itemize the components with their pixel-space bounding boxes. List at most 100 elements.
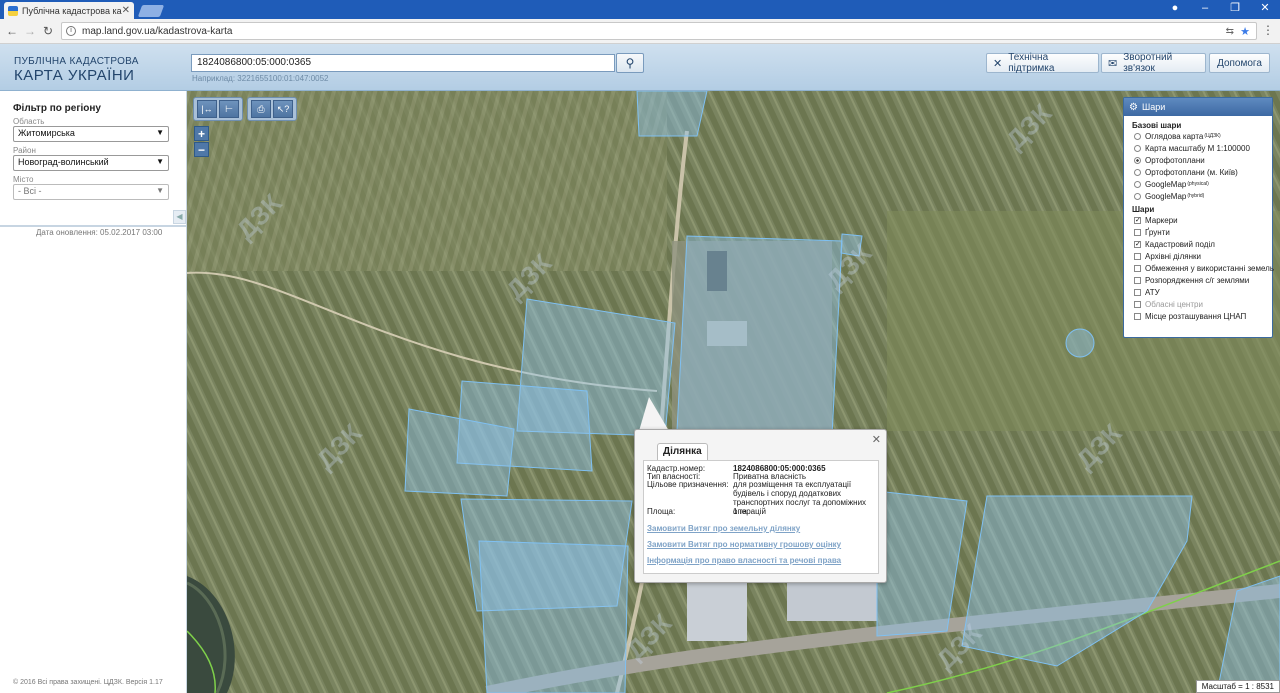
help-label: Допомога xyxy=(1217,57,1262,69)
gear-icon: ⚙ xyxy=(1129,101,1138,113)
measure-distance-icon[interactable]: |↔ xyxy=(197,100,217,118)
base-layer-item[interactable]: Ортофотоплани xyxy=(1124,154,1272,166)
overlay-layer-label: Архівні ділянки xyxy=(1145,251,1201,261)
overlay-layer-label: Розпорядження с/г землями xyxy=(1145,275,1250,285)
cadastral-search-input[interactable]: 1824086800:05:000:0365 xyxy=(191,54,615,72)
order-extract-link[interactable]: Замовити Витяг про земельну ділянку xyxy=(647,524,800,533)
tools-icon: ✕ xyxy=(993,57,1003,70)
minimize-icon[interactable]: – xyxy=(1190,0,1220,19)
popup-tab[interactable]: Ділянка xyxy=(657,443,708,460)
bookmark-star-icon[interactable]: ★ xyxy=(1240,25,1250,38)
base-layer-item[interactable]: Карта масштабу М 1:100000 xyxy=(1124,142,1272,154)
restore-icon[interactable]: ❐ xyxy=(1220,0,1250,19)
checkbox-icon[interactable] xyxy=(1134,264,1141,272)
reload-icon[interactable]: ↻ xyxy=(39,24,57,38)
district-select[interactable]: Новоград-волинський ▼ xyxy=(13,155,169,171)
radio-icon[interactable] xyxy=(1134,192,1141,200)
forward-icon[interactable]: → xyxy=(21,24,39,38)
help-button[interactable]: Допомога xyxy=(1209,53,1270,73)
checkbox-icon[interactable] xyxy=(1134,252,1141,260)
radio-icon[interactable] xyxy=(1134,156,1141,164)
user-icon[interactable]: ● xyxy=(1160,0,1190,19)
logo-line1: ПУБЛІЧНА КАДАСТРОВА xyxy=(14,56,139,67)
overlay-layer-item[interactable]: Місце розташування ЦНАП xyxy=(1124,310,1272,322)
print-icon[interactable]: ⎙ xyxy=(251,100,271,118)
overlay-layer-item[interactable]: Обмеження у використанні земель xyxy=(1124,262,1274,274)
base-layer-item[interactable]: GoogleMap (physical) xyxy=(1124,178,1272,190)
browser-tabbar: Публічна кадастрова ка ✕ ● – ❐ ✕ xyxy=(0,0,1280,19)
url-text: map.land.gov.ua/kadastrova-karta xyxy=(82,25,233,37)
checkbox-icon[interactable] xyxy=(1134,288,1141,296)
checkbox-icon[interactable]: ✓ xyxy=(1134,216,1141,224)
overlay-layer-label: Кадастровий поділ xyxy=(1145,239,1215,249)
browser-toolbar: ← → ↻ i map.land.gov.ua/kadastrova-karta… xyxy=(0,19,1280,44)
close-tab-icon[interactable]: ✕ xyxy=(122,5,130,16)
overlay-layer-item[interactable]: ✓ Маркери xyxy=(1124,214,1272,226)
orthophoto-map: ДЗК ДЗК ДЗК ДЗК ДЗК ДЗК ДЗК ДЗК xyxy=(187,91,1280,693)
base-layer-label: Ортофотоплани (м. Київ) xyxy=(1145,167,1238,177)
popup-pointer xyxy=(639,397,669,431)
overlay-layer-item[interactable]: Обласні центри xyxy=(1124,298,1272,310)
base-layer-item[interactable]: GoogleMap (hybrid) xyxy=(1124,190,1272,202)
area-value: 1 га xyxy=(733,507,747,516)
overlay-layer-label: АТУ xyxy=(1145,287,1160,297)
base-layer-sup: (ЦДЗК) xyxy=(1204,133,1221,139)
base-layer-label: Карта масштабу М 1:100000 xyxy=(1145,143,1250,153)
overlay-layer-label: Місце розташування ЦНАП xyxy=(1145,311,1247,321)
collapse-sidebar-button[interactable]: ◀ xyxy=(173,210,186,224)
feedback-button[interactable]: ✉ Зворотний зв'язок xyxy=(1101,52,1206,74)
close-window-icon[interactable]: ✕ xyxy=(1250,0,1280,19)
info-icon[interactable]: i xyxy=(66,26,76,36)
overlay-layer-item[interactable]: Розпорядження с/г землями xyxy=(1124,274,1272,286)
divider xyxy=(0,225,187,227)
support-button[interactable]: ✕ Технічна підтримка xyxy=(986,52,1099,74)
print-tools: ⎙ ↖? xyxy=(247,97,297,121)
back-icon[interactable]: ← xyxy=(3,24,21,38)
filter-title: Фільтр по регіону xyxy=(13,103,101,114)
checkbox-icon[interactable]: ✓ xyxy=(1134,240,1141,248)
overlay-layer-item[interactable]: Архівні ділянки xyxy=(1124,250,1272,262)
region-select[interactable]: Житомирська ▼ xyxy=(13,126,169,142)
radio-icon[interactable] xyxy=(1134,168,1141,176)
city-select[interactable]: - Всі - ▼ xyxy=(13,184,169,200)
base-layer-item[interactable]: Ортофотоплани (м. Київ) xyxy=(1124,166,1272,178)
district-value: Новоград-волинський xyxy=(18,157,109,167)
checkbox-icon[interactable] xyxy=(1134,228,1141,236)
city-value: - Всі - xyxy=(18,186,42,196)
translate-icon[interactable]: ⇆ xyxy=(1226,26,1234,37)
site-header: ПУБЛІЧНА КАДАСТРОВА КАРТА УКРАЇНИ 182408… xyxy=(0,44,1280,91)
layers-header[interactable]: ⚙ Шари xyxy=(1124,98,1272,116)
radio-icon[interactable] xyxy=(1134,144,1141,152)
base-layer-item[interactable]: Оглядова карта (ЦДЗК) xyxy=(1124,130,1272,142)
parcel-popup: ✕ Ділянка Кадастр.номер: 1824086800:05:00… xyxy=(634,429,887,583)
overlay-layer-label: Обласні центри xyxy=(1145,299,1203,309)
base-layer-label: GoogleMap xyxy=(1145,179,1187,189)
identify-icon[interactable]: ↖? xyxy=(273,100,293,118)
checkbox-icon[interactable] xyxy=(1134,300,1141,308)
zoom-control: + − xyxy=(194,126,209,157)
checkbox-icon[interactable] xyxy=(1134,276,1141,284)
measure-area-icon[interactable]: ⊢ xyxy=(219,100,239,118)
checkbox-icon[interactable] xyxy=(1134,312,1141,320)
radio-icon[interactable] xyxy=(1134,132,1141,140)
overlay-layer-item[interactable]: Ґрунти xyxy=(1124,226,1272,238)
browser-menu-icon[interactable]: ⋮ xyxy=(1262,23,1274,37)
overlay-layer-item[interactable]: ✓ Кадастровий поділ xyxy=(1124,238,1272,250)
logo-line2: КАРТА УКРАЇНИ xyxy=(14,67,135,84)
new-tab-button[interactable] xyxy=(137,5,165,17)
zoom-out-button[interactable]: − xyxy=(194,142,209,157)
browser-tab[interactable]: Публічна кадастрова ка ✕ xyxy=(4,2,134,19)
search-icon: ⚲ xyxy=(625,56,635,70)
zoom-in-button[interactable]: + xyxy=(194,126,209,141)
address-bar[interactable]: i map.land.gov.ua/kadastrova-karta ⇆ ★ xyxy=(61,22,1257,40)
radio-icon[interactable] xyxy=(1134,180,1141,188)
region-value: Житомирська xyxy=(18,128,75,138)
overlay-layer-label: Маркери xyxy=(1145,215,1178,225)
map-canvas[interactable]: ДЗК ДЗК ДЗК ДЗК ДЗК ДЗК ДЗК ДЗК |↔ ⊢ ⎙ ↖… xyxy=(187,91,1280,693)
ownership-info-link[interactable]: Інформація про право власності та речові… xyxy=(647,556,841,565)
overlay-layer-item[interactable]: АТУ xyxy=(1124,286,1272,298)
order-valuation-link[interactable]: Замовити Витяг про нормативну грошову оц… xyxy=(647,540,841,549)
close-icon[interactable]: ✕ xyxy=(872,433,881,446)
base-layer-sup: (hybrid) xyxy=(1187,193,1205,199)
search-button[interactable]: ⚲ xyxy=(616,53,644,73)
